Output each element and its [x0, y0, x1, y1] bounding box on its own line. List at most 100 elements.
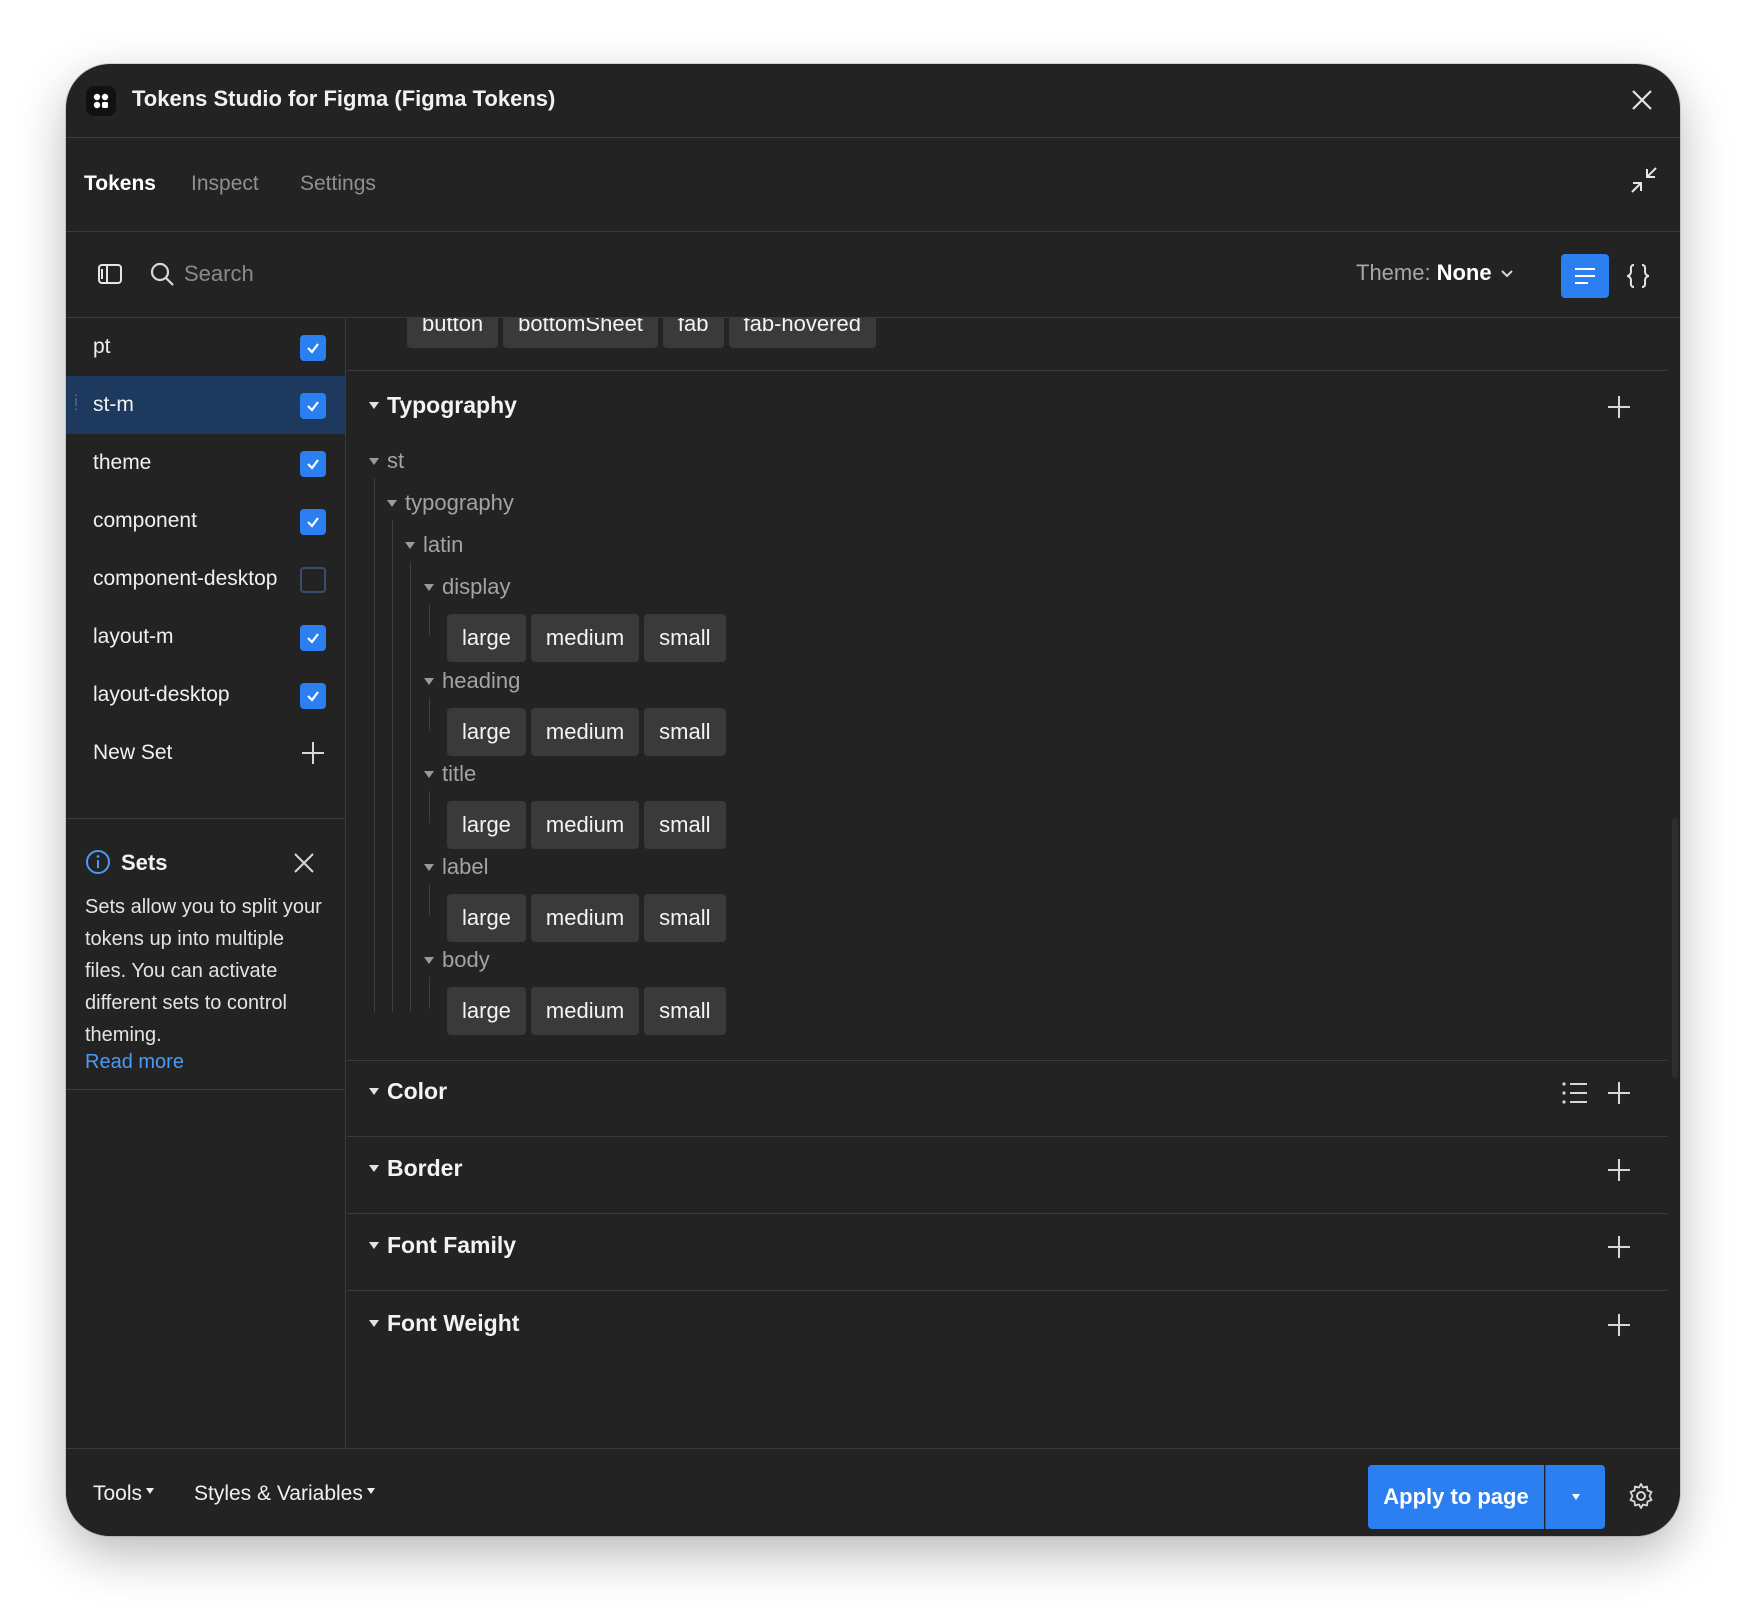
styles-label: Styles & Variables	[194, 1482, 363, 1505]
token-chip[interactable]: large	[447, 708, 526, 756]
token-chip[interactable]: button	[407, 318, 499, 348]
token-chip[interactable]: large	[447, 894, 526, 942]
plus-icon[interactable]	[1604, 1310, 1634, 1340]
caret-down-icon	[1571, 1494, 1580, 1500]
token-chip[interactable]: large	[447, 801, 526, 849]
caret-down-icon	[369, 1242, 379, 1249]
set-label: layout-desktop	[93, 683, 230, 706]
apply-options-button[interactable]	[1545, 1465, 1605, 1529]
search-input[interactable]	[184, 254, 584, 294]
group-st[interactable]: st	[369, 448, 404, 474]
set-row-component-desktop[interactable]: component-desktop	[66, 550, 345, 608]
group-label: title	[442, 761, 477, 786]
tools-menu[interactable]: Tools	[93, 1482, 155, 1506]
set-label: pt	[93, 335, 111, 358]
section-typography[interactable]: Typography	[369, 392, 517, 419]
plus-icon[interactable]	[1604, 1078, 1634, 1108]
caret-down-icon	[424, 956, 434, 964]
token-chip[interactable]: small	[644, 894, 726, 942]
theme-dropdown[interactable]: Theme: None	[1356, 260, 1516, 286]
token-chip[interactable]: small	[644, 987, 726, 1035]
set-row-layout-desktop[interactable]: layout-desktop	[66, 666, 345, 724]
token-chip[interactable]: medium	[530, 894, 640, 942]
section-font-weight[interactable]: Font Weight	[369, 1310, 519, 1337]
tree-guide	[374, 478, 375, 1012]
token-chip[interactable]: large	[447, 614, 526, 662]
minimize-icon[interactable]	[1626, 162, 1662, 198]
set-checkbox[interactable]	[300, 393, 326, 419]
token-chip[interactable]: small	[644, 708, 726, 756]
list-icon[interactable]	[1560, 1078, 1590, 1108]
plus-icon[interactable]	[1604, 1155, 1634, 1185]
json-view-button[interactable]	[1616, 254, 1660, 298]
set-checkbox[interactable]	[300, 509, 326, 535]
tree-guide	[410, 562, 411, 1012]
set-row-layout-m[interactable]: layout-m	[66, 608, 345, 666]
token-chip[interactable]: large	[447, 987, 526, 1035]
section-font-family[interactable]: Font Family	[369, 1232, 516, 1259]
group-typography[interactable]: typography	[387, 490, 514, 516]
token-chip[interactable]: medium	[530, 614, 640, 662]
read-more-link[interactable]: Read more	[85, 1051, 184, 1074]
set-checkbox[interactable]	[300, 683, 326, 709]
token-chip-row: large medium small	[447, 708, 731, 756]
styles-variables-menu[interactable]: Styles & Variables	[194, 1482, 375, 1506]
tree-guide	[429, 604, 430, 636]
apply-to-page-button[interactable]: Apply to page	[1368, 1465, 1544, 1529]
section-border[interactable]: Border	[369, 1155, 462, 1182]
set-row-theme[interactable]: theme	[66, 434, 345, 492]
sidebar-toggle-icon[interactable]	[94, 258, 126, 290]
tools-label: Tools	[93, 1482, 143, 1505]
token-chip[interactable]: small	[644, 801, 726, 849]
caret-down-icon	[369, 1165, 379, 1172]
token-chip[interactable]: bottomSheet	[503, 318, 658, 348]
plus-icon[interactable]	[1604, 392, 1634, 422]
group-label: heading	[442, 668, 521, 693]
group-latin[interactable]: latin	[405, 532, 463, 558]
set-checkbox[interactable]	[300, 625, 326, 651]
token-chip[interactable]: medium	[530, 801, 640, 849]
group-label-tokens[interactable]: label	[424, 854, 488, 880]
section-color[interactable]: Color	[369, 1078, 447, 1105]
scrollbar[interactable]	[1672, 818, 1678, 1078]
set-label: theme	[93, 451, 152, 474]
set-row-st-m[interactable]: ⋮ ⋮ st-m	[66, 376, 345, 434]
token-chip[interactable]: fab	[662, 318, 724, 348]
tab-tokens[interactable]: Tokens	[84, 172, 156, 196]
tokens-studio-logo-icon	[86, 86, 116, 116]
tab-settings[interactable]: Settings	[300, 172, 376, 196]
plus-icon[interactable]	[1604, 1232, 1634, 1262]
token-chip[interactable]: medium	[530, 708, 640, 756]
list-view-button[interactable]	[1561, 254, 1609, 298]
token-sets-sidebar: pt ⋮ ⋮ st-m theme component component-des…	[66, 318, 346, 1448]
drag-handle-icon[interactable]: ⋮ ⋮	[70, 393, 82, 414]
group-display[interactable]: display	[424, 574, 510, 600]
section-title: Font Family	[387, 1232, 517, 1258]
set-row-component[interactable]: component	[66, 492, 345, 550]
tab-inspect[interactable]: Inspect	[191, 172, 259, 196]
caret-down-icon	[146, 1488, 155, 1494]
close-icon[interactable]	[1624, 82, 1660, 118]
caret-down-icon	[369, 402, 379, 409]
set-checkbox[interactable]	[300, 567, 326, 593]
plugin-window: Tokens Studio for Figma (Figma Tokens) T…	[66, 64, 1680, 1536]
list-icon	[1575, 268, 1595, 284]
group-title[interactable]: title	[424, 761, 476, 787]
new-set-row[interactable]: New Set	[66, 724, 345, 782]
close-icon[interactable]	[290, 849, 318, 877]
set-checkbox[interactable]	[300, 335, 326, 361]
group-body[interactable]: body	[424, 947, 490, 973]
set-label: layout-m	[93, 625, 174, 648]
set-label: st-m	[93, 393, 134, 416]
plus-icon[interactable]	[298, 738, 328, 768]
set-checkbox[interactable]	[300, 451, 326, 477]
set-row-pt[interactable]: pt	[66, 318, 345, 376]
section-title: Color	[387, 1078, 448, 1104]
token-chip[interactable]: medium	[530, 987, 640, 1035]
token-chip[interactable]: small	[644, 614, 726, 662]
token-chip[interactable]: fab-hovered	[728, 318, 876, 348]
group-heading[interactable]: heading	[424, 668, 520, 694]
divider	[347, 1136, 1667, 1137]
token-chip-row: large medium small	[447, 614, 731, 662]
gear-icon[interactable]	[1626, 1481, 1656, 1511]
